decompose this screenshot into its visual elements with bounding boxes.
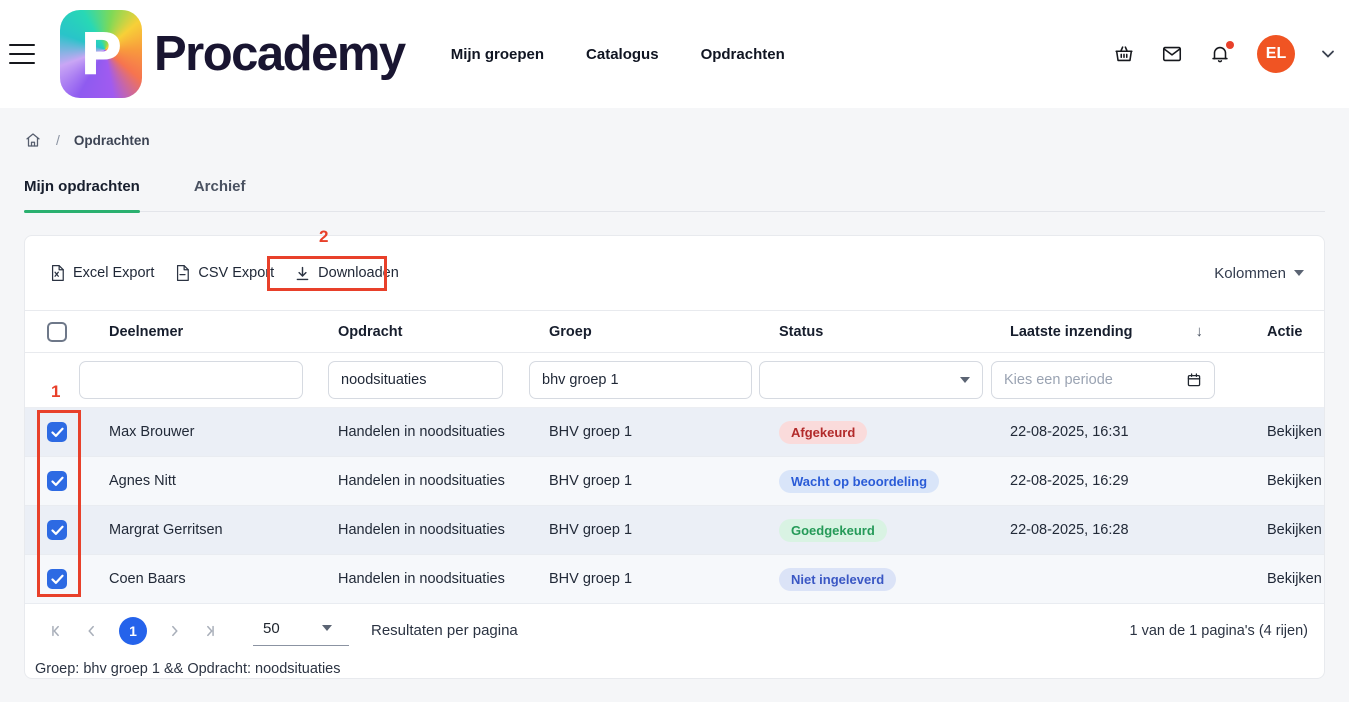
columns-dropdown[interactable]: Kolommen — [1214, 265, 1304, 282]
cell-laatste-inzending: 22-08-2025, 16:31 — [1010, 424, 1241, 440]
per-page-label: Resultaten per pagina — [371, 622, 518, 639]
status-badge: Afgekeurd — [779, 421, 867, 444]
bell-icon[interactable] — [1209, 43, 1231, 65]
cell-opdracht: Handelen in noodsituaties — [338, 571, 549, 587]
top-bar: P Procademy Mijn groepen Catalogus Opdra… — [0, 0, 1349, 108]
table-header-row: Deelnemer Opdracht Groep Status Laatste … — [25, 310, 1324, 353]
tab-bar: Mijn opdrachten Archief — [24, 178, 1325, 212]
row-checkbox[interactable] — [47, 422, 67, 442]
col-header-opdracht[interactable]: Opdracht — [338, 324, 549, 340]
excel-export-label: Excel Export — [73, 265, 154, 281]
dropdown-arrow-icon — [960, 377, 970, 383]
cell-opdracht: Handelen in noodsituaties — [338, 424, 549, 440]
csv-export-button[interactable]: CSV Export — [164, 256, 284, 290]
periode-placeholder: Kies een periode — [1004, 372, 1186, 388]
assignments-card: Excel Export CSV Export Downloaden Kolom… — [24, 235, 1325, 679]
cell-laatste-inzending: 22-08-2025, 16:29 — [1010, 473, 1241, 489]
table-row[interactable]: Agnes Nitt Handelen in noodsituaties BHV… — [25, 457, 1324, 506]
cell-groep: BHV groep 1 — [549, 424, 779, 440]
page-size-value: 50 — [263, 620, 280, 637]
brand-logo[interactable]: P Procademy — [60, 10, 405, 98]
cell-opdracht: Handelen in noodsituaties — [338, 473, 549, 489]
columns-label: Kolommen — [1214, 265, 1286, 282]
cell-deelnemer: Max Brouwer — [109, 424, 338, 440]
download-icon — [294, 265, 311, 282]
col-header-groep[interactable]: Groep — [549, 324, 779, 340]
filter-groep-input[interactable] — [529, 361, 752, 399]
row-checkbox[interactable] — [47, 569, 67, 589]
select-all-checkbox[interactable] — [47, 322, 67, 342]
mail-icon[interactable] — [1161, 43, 1183, 65]
nav-opdrachten[interactable]: Opdrachten — [701, 46, 785, 63]
filter-deelnemer-input[interactable] — [79, 361, 303, 399]
table-toolbar: Excel Export CSV Export Downloaden Kolom… — [25, 236, 1324, 310]
table-row[interactable]: Coen Baars Handelen in noodsituaties BHV… — [25, 555, 1324, 604]
cell-deelnemer: Agnes Nitt — [109, 473, 338, 489]
bekijken-link[interactable]: Bekijken — [1241, 473, 1326, 489]
previous-page-button[interactable] — [85, 624, 97, 638]
main-nav: Mijn groepen Catalogus Opdrachten — [451, 46, 785, 63]
top-icons: EL — [1113, 0, 1335, 108]
bekijken-link[interactable]: Bekijken — [1241, 424, 1326, 440]
csv-file-icon — [174, 264, 191, 282]
cell-groep: BHV groep 1 — [549, 522, 779, 538]
breadcrumb-separator: / — [56, 132, 60, 148]
status-badge: Wacht op beoordeling — [779, 470, 939, 493]
breadcrumb: / Opdrachten — [24, 108, 1325, 152]
pagination-bar: 1 50 Resultaten per pagina 1 van de 1 pa… — [25, 604, 1324, 657]
status-badge: Goedgekeurd — [779, 519, 887, 542]
breadcrumb-current[interactable]: Opdrachten — [74, 133, 150, 148]
cell-opdracht: Handelen in noodsituaties — [338, 522, 549, 538]
table-row[interactable]: Margrat Gerritsen Handelen in noodsituat… — [25, 506, 1324, 555]
tab-mijn-opdrachten[interactable]: Mijn opdrachten — [24, 178, 140, 211]
cell-groep: BHV groep 1 — [549, 571, 779, 587]
user-avatar[interactable]: EL — [1257, 35, 1295, 73]
chevron-down-icon[interactable] — [1321, 49, 1335, 59]
filter-opdracht-input[interactable] — [328, 361, 503, 399]
brand-name: Procademy — [154, 26, 405, 82]
page-number-button[interactable]: 1 — [119, 617, 147, 645]
cell-deelnemer: Margrat Gerritsen — [109, 522, 338, 538]
excel-export-button[interactable]: Excel Export — [39, 256, 164, 290]
filter-row: Kies een periode — [25, 353, 1324, 408]
bekijken-link[interactable]: Bekijken — [1241, 522, 1326, 538]
row-checkbox[interactable] — [47, 520, 67, 540]
row-checkbox[interactable] — [47, 471, 67, 491]
last-page-button[interactable] — [203, 624, 217, 638]
home-icon[interactable] — [24, 131, 42, 149]
page-size-select[interactable]: 50 — [253, 616, 349, 646]
status-badge: Niet ingeleverd — [779, 568, 896, 591]
col-header-deelnemer[interactable]: Deelnemer — [109, 324, 338, 340]
notification-dot — [1226, 41, 1234, 49]
col-header-status[interactable]: Status — [779, 324, 1010, 340]
col-header-actie: Actie — [1241, 324, 1326, 340]
cell-deelnemer: Coen Baars — [109, 571, 338, 587]
first-page-button[interactable] — [49, 624, 63, 638]
dropdown-arrow-icon — [322, 625, 332, 631]
sort-descending-icon[interactable]: ↓ — [1196, 323, 1204, 340]
cell-laatste-inzending: 22-08-2025, 16:28 — [1010, 522, 1241, 538]
bekijken-link[interactable]: Bekijken — [1241, 571, 1326, 587]
active-filter-summary: Groep: bhv groep 1 && Opdracht: noodsitu… — [25, 657, 1324, 677]
hamburger-menu-icon[interactable] — [9, 44, 35, 64]
filter-status-select[interactable] — [759, 361, 983, 399]
cell-groep: BHV groep 1 — [549, 473, 779, 489]
calendar-icon — [1186, 372, 1202, 388]
dropdown-arrow-icon — [1294, 270, 1304, 276]
download-label: Downloaden — [318, 265, 399, 281]
nav-mijn-groepen[interactable]: Mijn groepen — [451, 46, 544, 63]
download-button[interactable]: Downloaden — [284, 257, 409, 290]
nav-catalogus[interactable]: Catalogus — [586, 46, 659, 63]
filter-periode-datepicker[interactable]: Kies een periode — [991, 361, 1215, 399]
csv-export-label: CSV Export — [198, 265, 274, 281]
next-page-button[interactable] — [169, 624, 181, 638]
pagination-summary: 1 van de 1 pagina's (4 rijen) — [1130, 623, 1309, 639]
col-header-laatste-inzending[interactable]: Laatste inzending ↓ — [1010, 323, 1241, 340]
table-row[interactable]: Max Brouwer Handelen in noodsituaties BH… — [25, 408, 1324, 457]
excel-file-icon — [49, 264, 66, 282]
tab-archief[interactable]: Archief — [194, 178, 246, 211]
procademy-logo-icon: P — [60, 10, 142, 98]
basket-icon[interactable] — [1113, 43, 1135, 65]
